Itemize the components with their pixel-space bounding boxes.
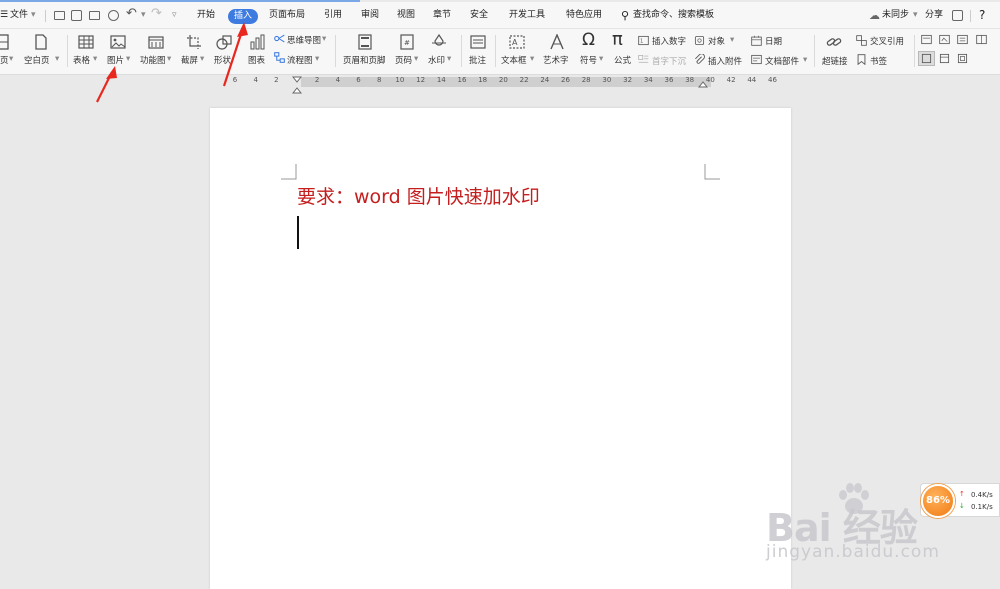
network-speed-widget[interactable]: 86% ↑ 0.4K/s ↓ 0.1K/s [920, 483, 1000, 518]
document-title-text[interactable]: 要求：word 图片快速加水印 [297, 182, 540, 209]
watermark-url: jingyan.baidu.com [766, 542, 940, 562]
annotation-arrows [96, 22, 248, 103]
text-cursor [297, 216, 299, 249]
margin-corner-mark [704, 164, 720, 180]
download-speed: 0.1K/s [971, 503, 993, 511]
arrow-to-insert-tab [222, 22, 248, 87]
margin-corner-mark [281, 164, 297, 180]
upload-arrow-icon: ↑ [959, 490, 965, 498]
memory-percent-ball[interactable]: 86% [921, 484, 955, 518]
arrow-to-picture-button [96, 66, 117, 103]
document-page[interactable]: 要求：word 图片快速加水印 [210, 108, 791, 589]
upload-speed: 0.4K/s [971, 491, 993, 499]
download-arrow-icon: ↓ [959, 502, 965, 510]
